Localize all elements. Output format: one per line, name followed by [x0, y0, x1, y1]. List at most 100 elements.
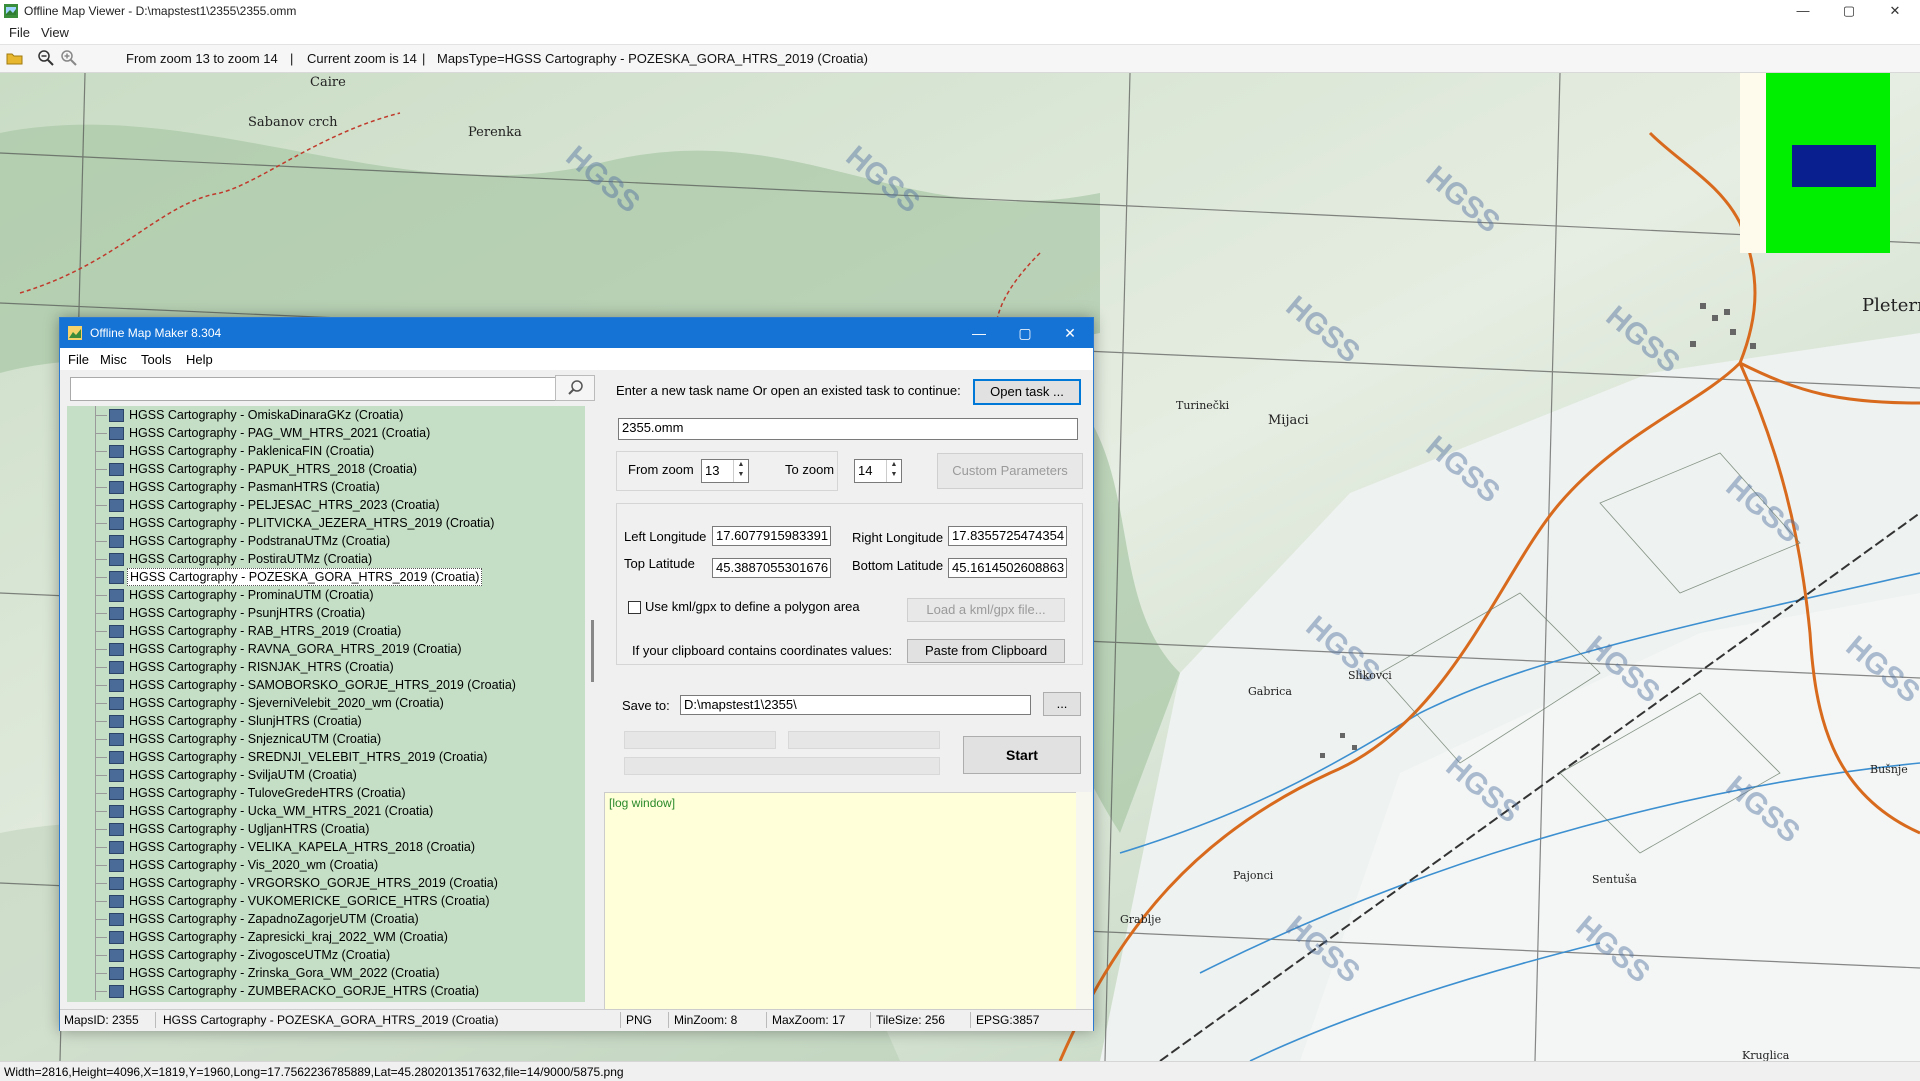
to-zoom-spinner[interactable]: 14 ▲ ▼: [854, 459, 902, 483]
tree-item[interactable]: HGSS Cartography - PELJESAC_HTRS_2023 (C…: [67, 496, 585, 514]
tree-item-label: HGSS Cartography - TuloveGredeHTRS (Croa…: [129, 786, 406, 800]
tree-item-label: HGSS Cartography - RAVNA_GORA_HTRS_2019 …: [129, 642, 462, 656]
map-layer-icon: [109, 913, 124, 926]
tree-item[interactable]: HGSS Cartography - VUKOMERICKE_GORICE_HT…: [67, 892, 585, 910]
tree-item[interactable]: HGSS Cartography - SREDNJI_VELEBIT_HTRS_…: [67, 748, 585, 766]
kml-checkbox-label[interactable]: Use kml/gpx to define a polygon area: [645, 599, 860, 614]
tree-item[interactable]: HGSS Cartography - Vis_2020_wm (Croatia): [67, 856, 585, 874]
tree-item[interactable]: HGSS Cartography - PLITVICKA_JEZERA_HTRS…: [67, 514, 585, 532]
tree-item[interactable]: HGSS Cartography - RAVNA_GORA_HTRS_2019 …: [67, 640, 585, 658]
left-longitude-input[interactable]: 17.6077915983391: [712, 526, 831, 546]
tree-item[interactable]: HGSS Cartography - Zapresicki_kraj_2022_…: [67, 928, 585, 946]
tree-item[interactable]: HGSS Cartography - Zrinska_Gora_WM_2022 …: [67, 964, 585, 982]
task-prompt-label: Enter a new task name Or open an existed…: [616, 383, 961, 398]
tree-item[interactable]: HGSS Cartography - SAMOBORSKO_GORJE_HTRS…: [67, 676, 585, 694]
tree-item[interactable]: HGSS Cartography - ProminaUTM (Croatia): [67, 586, 585, 604]
tree-item[interactable]: HGSS Cartography - PsunjHTRS (Croatia): [67, 604, 585, 622]
dialog-close-button[interactable]: ✕: [1047, 318, 1093, 348]
tree-item[interactable]: HGSS Cartography - PodstranaUTMz (Croati…: [67, 532, 585, 550]
map-search-input[interactable]: [70, 377, 560, 401]
paste-from-clipboard-button[interactable]: Paste from Clipboard: [907, 639, 1065, 663]
dialog-menu-help[interactable]: Help: [186, 352, 213, 367]
tree-item[interactable]: HGSS Cartography - TuloveGredeHTRS (Croa…: [67, 784, 585, 802]
bottom-latitude-label: Bottom Latitude: [852, 558, 944, 573]
maps-id-status: MapsID: 2355: [64, 1013, 139, 1027]
tree-item-label: HGSS Cartography - VRGORSKO_GORJE_HTRS_2…: [129, 876, 498, 890]
dialog-maximize-button[interactable]: ▢: [1002, 318, 1048, 348]
spinner-arrows-icon[interactable]: ▲ ▼: [733, 460, 748, 482]
map-place-label: Turinečki: [1176, 399, 1230, 412]
minimize-button[interactable]: —: [1780, 0, 1826, 22]
tree-item-label: HGSS Cartography - SAMOBORSKO_GORJE_HTRS…: [129, 678, 516, 692]
open-task-button[interactable]: Open task ...: [973, 379, 1081, 405]
epsg-status: EPSG:3857: [976, 1013, 1040, 1027]
maps-type-text: MapsType=HGSS Cartography - POZESKA_GORA…: [437, 51, 868, 66]
bottom-latitude-input[interactable]: 45.1614502608863: [948, 558, 1067, 578]
tree-item[interactable]: HGSS Cartography - PostiraUTMz (Croatia): [67, 550, 585, 568]
log-scrollbar[interactable]: [1076, 792, 1092, 1022]
top-latitude-input[interactable]: 45.3887055301676: [712, 558, 831, 578]
close-button[interactable]: ✕: [1872, 0, 1918, 22]
map-layer-icon: [109, 409, 124, 422]
dialog-menu-tools[interactable]: Tools: [141, 352, 171, 367]
custom-parameters-button[interactable]: Custom Parameters: [937, 453, 1083, 489]
tree-item-label: HGSS Cartography - Vis_2020_wm (Croatia): [129, 858, 379, 872]
browse-folder-button[interactable]: ...: [1043, 692, 1081, 716]
map-layer-icon: [109, 751, 124, 764]
tree-item[interactable]: HGSS Cartography - VELIKA_KAPELA_HTRS_20…: [67, 838, 585, 856]
tree-item[interactable]: HGSS Cartography - ZivogosceUTMz (Croati…: [67, 946, 585, 964]
open-folder-icon[interactable]: [6, 49, 24, 67]
tree-connector: [95, 577, 107, 578]
tree-item[interactable]: HGSS Cartography - OmiskaDinaraGKz (Croa…: [67, 406, 585, 424]
progress-bar-2: [788, 731, 940, 749]
zoom-in-icon[interactable]: [60, 49, 78, 67]
tree-item[interactable]: HGSS Cartography - RISNJAK_HTRS (Croatia…: [67, 658, 585, 676]
format-status: PNG: [626, 1013, 653, 1027]
tree-connector: [95, 937, 107, 938]
map-place-label: Bušnje: [1870, 763, 1908, 776]
tree-item[interactable]: HGSS Cartography - ZapadnoZagorjeUTM (Cr…: [67, 910, 585, 928]
from-zoom-spinner[interactable]: 13 ▲ ▼: [701, 459, 749, 483]
save-to-label: Save to:: [622, 698, 670, 713]
map-layer-icon: [109, 985, 124, 998]
dialog-menu-file[interactable]: File: [68, 352, 89, 367]
tree-item[interactable]: HGSS Cartography - SnjeznicaUTM (Croatia…: [67, 730, 585, 748]
tree-item[interactable]: HGSS Cartography - SjeverniVelebit_2020_…: [67, 694, 585, 712]
tree-item[interactable]: HGSS Cartography - Ucka_WM_HTRS_2021 (Cr…: [67, 802, 585, 820]
kml-checkbox[interactable]: [628, 601, 641, 614]
start-button[interactable]: Start: [963, 736, 1081, 774]
tree-item[interactable]: HGSS Cartography - POZESKA_GORA_HTRS_201…: [67, 568, 585, 586]
right-longitude-input[interactable]: 17.8355725474354: [948, 526, 1067, 546]
menu-file[interactable]: File: [9, 25, 30, 40]
tree-item[interactable]: HGSS Cartography - PAPUK_HTRS_2018 (Croa…: [67, 460, 585, 478]
cursor-info-text: Width=2816,Height=4096,X=1819,Y=1960,Lon…: [4, 1065, 624, 1079]
tree-item[interactable]: HGSS Cartography - SviljaUTM (Croatia): [67, 766, 585, 784]
tree-item[interactable]: HGSS Cartography - PAG_WM_HTRS_2021 (Cro…: [67, 424, 585, 442]
save-to-input[interactable]: D:\mapstest1\2355\: [680, 695, 1031, 715]
menu-view[interactable]: View: [41, 25, 69, 40]
spinner-arrows-icon[interactable]: ▲ ▼: [886, 460, 901, 482]
tree-scrollbar-thumb[interactable]: [591, 620, 594, 682]
tree-item[interactable]: HGSS Cartography - PaklenicaFIN (Croatia…: [67, 442, 585, 460]
maps-tree[interactable]: HGSS Cartography - OmiskaDinaraGKz (Croa…: [67, 406, 585, 1002]
tree-item[interactable]: HGSS Cartography - PasmanHTRS (Croatia): [67, 478, 585, 496]
zoom-out-icon[interactable]: [37, 49, 55, 67]
tree-item[interactable]: HGSS Cartography - UgljanHTRS (Croatia): [67, 820, 585, 838]
log-window[interactable]: [log window]: [604, 792, 1084, 1024]
dialog-titlebar[interactable]: Offline Map Maker 8.304 — ▢ ✕: [60, 318, 1093, 348]
load-kml-button[interactable]: Load a kml/gpx file...: [907, 598, 1065, 622]
task-name-input[interactable]: 2355.omm: [618, 418, 1078, 440]
dialog-minimize-button[interactable]: —: [956, 318, 1002, 348]
tree-item[interactable]: HGSS Cartography - RAB_HTRS_2019 (Croati…: [67, 622, 585, 640]
map-place-label: Slikovci: [1348, 669, 1392, 682]
search-button[interactable]: [555, 375, 595, 401]
maximize-button[interactable]: ▢: [1826, 0, 1872, 22]
overview-viewport-rect[interactable]: [1792, 145, 1876, 187]
dialog-menu-misc[interactable]: Misc: [100, 352, 127, 367]
tree-item[interactable]: HGSS Cartography - VRGORSKO_GORJE_HTRS_2…: [67, 874, 585, 892]
tree-scrollbar[interactable]: [585, 406, 601, 1002]
tree-connector: [95, 595, 107, 596]
clipboard-prompt-label: If your clipboard contains coordinates v…: [632, 643, 893, 658]
tree-item[interactable]: HGSS Cartography - SlunjHTRS (Croatia): [67, 712, 585, 730]
tree-item[interactable]: HGSS Cartography - ZUMBERACKO_GORJE_HTRS…: [67, 982, 585, 1000]
